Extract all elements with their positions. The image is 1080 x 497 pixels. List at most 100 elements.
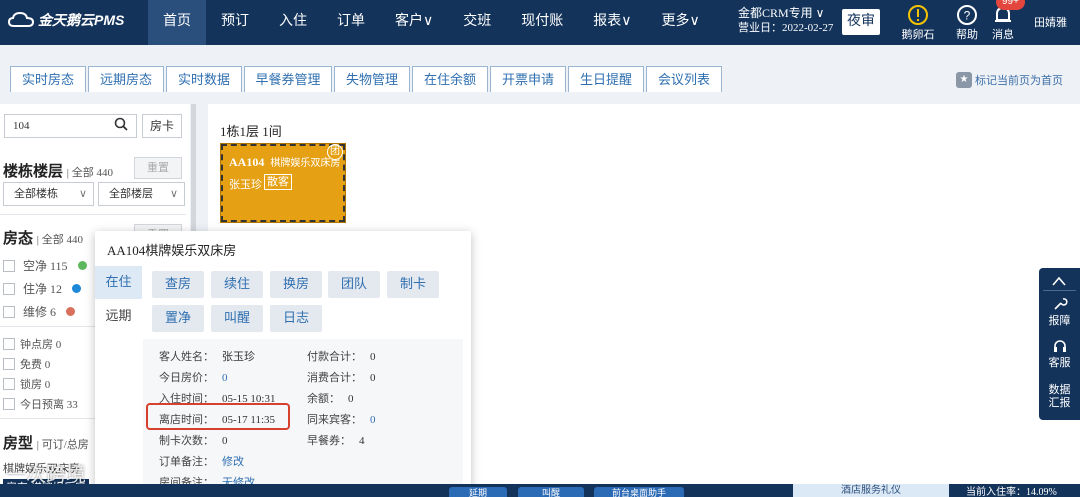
building-select[interactable]: 全部楼栋 ∨ — [3, 182, 94, 206]
change-room-button[interactable]: 换房 — [270, 271, 322, 298]
tab-lost-and-found[interactable]: 失物管理 — [334, 66, 410, 92]
room-rate-link[interactable]: 0 — [222, 372, 228, 384]
checkbox[interactable] — [3, 338, 15, 350]
tab-realtime-data[interactable]: 实时数据 — [166, 66, 242, 92]
floor-title: 1栋1层 1间 — [220, 124, 282, 139]
status-label: 空净 115 — [23, 259, 68, 273]
status-filter-maintenance[interactable]: 维修 6 — [3, 303, 76, 320]
tab-invoice-request[interactable]: 开票申请 — [490, 66, 566, 92]
room-card-button[interactable]: 房卡 — [142, 114, 182, 138]
nav-customers[interactable]: 客户∨ — [380, 0, 448, 45]
log-button[interactable]: 日志 — [270, 305, 322, 332]
watermark: 一次跨境 — [6, 464, 86, 486]
consumption-total-field: 消费合计： 0 — [307, 369, 376, 385]
nav-more[interactable]: 更多∨ — [647, 0, 715, 45]
field-label: 同来宾客： — [307, 414, 362, 426]
checkbox[interactable] — [3, 305, 15, 318]
room-type-title-text: 房型 — [3, 436, 34, 452]
occupancy-rate: 当前入住率：14.09% — [966, 487, 1057, 497]
tab-breakfast-voucher[interactable]: 早餐券管理 — [244, 66, 332, 92]
flag-locked[interactable]: 锁房 0 — [3, 376, 50, 392]
field-value: 4 — [359, 435, 365, 447]
field-label: 客人姓名： — [159, 351, 214, 363]
flag-free[interactable]: 免费 0 — [3, 356, 50, 372]
chevron-up-icon[interactable] — [1052, 276, 1066, 286]
nav-checkin[interactable]: 入住 — [264, 0, 322, 45]
tab-in-house[interactable]: 在住 — [95, 266, 142, 299]
room-card-AA104[interactable]: AA104 棋牌娱乐双床房 团 张玉珍 散客 — [220, 143, 346, 223]
user-menu[interactable]: 田婧雅 — [1034, 14, 1067, 30]
help-tool[interactable]: ? 帮助 — [949, 4, 985, 42]
status-filter-vacant-clean[interactable]: 空净 115 — [3, 257, 87, 274]
float-divider — [1043, 290, 1076, 291]
data-report-button[interactable]: 数据汇报 — [1039, 384, 1080, 410]
field-value: 0 — [222, 435, 228, 447]
building-reset-button[interactable]: 重置 — [134, 157, 182, 179]
field-label: 消费合计： — [307, 372, 362, 384]
nav-orders[interactable]: 订单 — [322, 0, 380, 45]
message-count-badge: 99+ — [996, 0, 1025, 10]
wake-up-call-button[interactable]: 叫醒 — [211, 305, 263, 332]
front-desk-assistant-button[interactable]: 前台桌面助手 — [594, 487, 684, 497]
tab-future[interactable]: 远期 — [95, 300, 142, 333]
checkbox[interactable] — [3, 358, 15, 370]
set-clean-button[interactable]: 置净 — [152, 305, 204, 332]
building-floor-title-text: 楼栋楼层 — [3, 164, 64, 180]
inspect-room-button[interactable]: 查房 — [152, 271, 204, 298]
bookmark-label: 标记当前页为首页 — [975, 75, 1063, 87]
tab-future-room-status[interactable]: 远期房态 — [88, 66, 164, 92]
hotel-selector[interactable]: 金都CRM专用 ∨ 营业日：2022-02-27 — [738, 6, 833, 36]
checkbox[interactable] — [3, 398, 15, 410]
room-code-text: AA104 — [229, 155, 265, 169]
tab-realtime-room-status[interactable]: 实时房态 — [10, 66, 86, 92]
nav-cash-account[interactable]: 现付账 — [506, 0, 578, 45]
bottom-wake-up-button[interactable]: 叫醒 — [518, 487, 584, 497]
nav-shift[interactable]: 交班 — [448, 0, 506, 45]
flag-departing-today[interactable]: 今日预离 33 — [3, 396, 78, 412]
order-note-field: 订单备注： 修改 — [159, 453, 244, 469]
checkout-time-highlight — [146, 403, 290, 430]
room-type-title: 房型 | 可订/总房 — [3, 436, 89, 452]
help-icon: ? — [957, 5, 977, 25]
nav-booking[interactable]: 预订 — [206, 0, 264, 45]
pebble-tool[interactable]: 鹅卵石 — [900, 4, 936, 42]
top-nav-bar: 金天鹅云PMS 首页 预订 入住 订单 客户∨ 交班 现付账 报表∨ 更多∨ 金… — [0, 0, 1080, 45]
guest-name-field: 客人姓名： 张玉珍 — [159, 348, 255, 364]
tab-in-house-balance[interactable]: 在住余额 — [412, 66, 488, 92]
room-type-sub: 可订/总房 — [41, 439, 89, 451]
search-icon[interactable] — [114, 117, 128, 131]
checkbox[interactable] — [3, 378, 15, 390]
make-card-button[interactable]: 制卡 — [387, 271, 439, 298]
nav-reports[interactable]: 报表∨ — [578, 0, 646, 45]
companion-guests-link[interactable]: 0 — [370, 414, 376, 426]
team-button[interactable]: 团队 — [328, 271, 380, 298]
field-label: 余额： — [307, 393, 340, 405]
flag-hourly-room[interactable]: 钟点房 0 — [3, 336, 61, 352]
hotel-etiquette-ad-banner[interactable]: 酒店服务礼仪 — [793, 484, 949, 497]
star-icon: ★ — [956, 72, 972, 88]
section-divider — [0, 214, 186, 215]
night-audit-button[interactable]: 夜审 — [842, 9, 880, 35]
extend-stay-button[interactable]: 续住 — [211, 271, 263, 298]
bottom-extend-button[interactable]: 延期 — [449, 487, 507, 497]
field-value: 0 — [348, 393, 354, 405]
edit-order-note-link[interactable]: 修改 — [222, 456, 244, 468]
tab-birthday-reminder[interactable]: 生日提醒 — [568, 66, 644, 92]
app-logo[interactable]: 金天鹅云PMS — [8, 10, 124, 30]
checkbox[interactable] — [3, 282, 15, 295]
report-fault-button[interactable]: 报障 — [1039, 296, 1080, 328]
bookmark-homepage-link[interactable]: ★ 标记当前页为首页 — [956, 72, 1063, 88]
field-value: 0 — [370, 351, 376, 363]
floor-select[interactable]: 全部楼层 ∨ — [98, 182, 185, 206]
room-detail-popup: AA104棋牌娱乐双床房 在住 远期 查房 续住 换房 团队 制卡 置净 叫醒 … — [95, 231, 471, 497]
status-label: 维修 6 — [23, 305, 57, 319]
help-label: 帮助 — [956, 29, 978, 41]
status-filter-occupied-clean[interactable]: 住净 12 — [3, 280, 82, 297]
nav-home[interactable]: 首页 — [148, 0, 206, 45]
checkbox[interactable] — [3, 259, 15, 272]
tab-meeting-list[interactable]: 会议列表 — [646, 66, 722, 92]
field-value: 张玉珍 — [222, 351, 255, 363]
room-status-total: 全部 440 — [41, 234, 83, 246]
flag-label: 锁房 0 — [20, 379, 51, 391]
customer-service-button[interactable]: 客服 — [1039, 338, 1080, 370]
